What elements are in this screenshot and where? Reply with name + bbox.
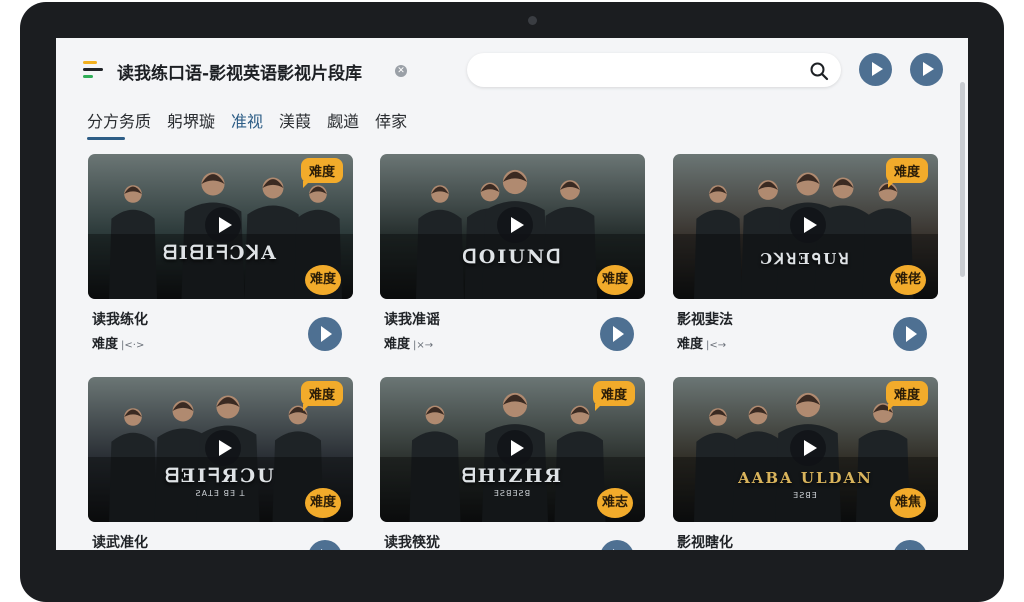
play-button-secondary[interactable] [910, 53, 943, 86]
video-thumbnail[interactable]: ƆꓘꓤƎᑫUꓤ 难度 难佬 [673, 154, 938, 299]
search-bar [467, 53, 841, 87]
difficulty-seal: 难志 [597, 488, 633, 518]
card-meta: 难度 |<→ [677, 333, 726, 352]
poster-title: ƆꓘꓤƎᑫUꓤ [760, 250, 851, 268]
video-card[interactable]: ꓷOIUNᗡ 难度 读我准谣 难度 |×→ [380, 154, 645, 352]
category-tabs: 分方务质 躬堺璇 准视 渼葭 觑遒 倖家 [87, 108, 407, 140]
difficulty-label: 难度 [677, 337, 704, 352]
video-thumbnail[interactable]: ᗺIᗺIᖷƆꓘA 难度 难度 [88, 154, 353, 299]
card-meta: 难度 |<·> [92, 333, 144, 352]
tab-1[interactable]: 躬堺璇 [167, 108, 215, 140]
card-play-button[interactable] [893, 317, 927, 351]
app-screen: 读我练口语-影视英语影视片段库 ✕ 分方务质 躬堺璇 准视 渼葭 觑遒 倖家 ᗺ… [56, 38, 968, 550]
scrollbar[interactable] [960, 82, 965, 277]
search-input[interactable] [483, 53, 803, 87]
difficulty-badge: 难度 [592, 381, 635, 411]
play-icon[interactable] [205, 207, 241, 243]
difficulty-badge: 难度 [885, 158, 928, 188]
poster-title: ᗺƎIᖷЯƆU [165, 465, 276, 487]
app-header: 读我练口语-影视英语影视片段库 ✕ [56, 38, 968, 102]
play-icon[interactable] [497, 430, 533, 466]
play-icon[interactable] [205, 430, 241, 466]
difficulty-seal: 难焦 [890, 488, 926, 518]
card-play-button[interactable] [600, 540, 634, 550]
card-play-button[interactable] [600, 317, 634, 351]
difficulty-arrows: |×→ [413, 340, 434, 351]
video-card[interactable]: ᗺƎIᖷЯƆU ƧAꓕƎ ꓭƎ ꓕ 难度 难度 读武准化 [88, 377, 353, 550]
poster-title: ᗺIᗺIᖷƆꓘA [163, 242, 278, 264]
difficulty-seal: 难度 [305, 265, 341, 295]
poster-title: ꓷOIUNᗡ [462, 246, 563, 268]
video-card[interactable]: AABA ULDAN ƎƧꓭƎ 难度 难焦 影视瞎化 [673, 377, 938, 550]
tab-3[interactable]: 渼葭 [279, 108, 311, 140]
card-title: 读武准化 [92, 535, 148, 550]
video-card[interactable]: ᗺHIZHЯ ƎƧꓭƎƧꓭ 难度 难志 读我筷犹 [380, 377, 645, 550]
card-play-button[interactable] [308, 540, 342, 550]
card-title: 读我筷犹 [384, 535, 440, 550]
app-title: 读我练口语-影视英语影视片段库 [117, 64, 363, 84]
difficulty-label: 难度 [92, 337, 119, 352]
difficulty-arrows: |<→ [706, 340, 727, 351]
card-title: 读我准谣 [384, 312, 440, 328]
card-play-button[interactable] [893, 540, 927, 550]
difficulty-seal: 难佬 [890, 265, 926, 295]
poster-title: ᗺHIZHЯ [461, 465, 564, 487]
video-card[interactable]: ƆꓘꓤƎᑫUꓤ 难度 难佬 影视婓法 难度 |<→ [673, 154, 938, 352]
card-title: 影视婓法 [677, 312, 733, 328]
search-icon[interactable] [809, 61, 829, 81]
card-meta: 难度 |×→ [384, 333, 433, 352]
difficulty-badge: 难度 [300, 381, 343, 411]
video-card[interactable]: ᗺIᗺIᖷƆꓘA 难度 难度 读我练化 难度 |<·> [88, 154, 353, 352]
close-icon[interactable]: ✕ [395, 65, 407, 77]
difficulty-label: 难度 [384, 337, 411, 352]
difficulty-badge: 难度 [885, 381, 928, 411]
video-thumbnail[interactable]: ᗺƎIᖷЯƆU ƧAꓕƎ ꓭƎ ꓕ 难度 难度 [88, 377, 353, 522]
play-button-primary[interactable] [859, 53, 892, 86]
difficulty-seal: 难度 [305, 488, 341, 518]
difficulty-seal: 难度 [597, 265, 633, 295]
difficulty-arrows: |<·> [121, 340, 145, 351]
video-thumbnail[interactable]: ᗺHIZHЯ ƎƧꓭƎƧꓭ 难度 难志 [380, 377, 645, 522]
card-title: 影视瞎化 [677, 535, 733, 550]
tab-0[interactable]: 分方务质 [87, 108, 151, 140]
tab-5[interactable]: 倖家 [375, 108, 407, 140]
camera-dot [528, 16, 537, 25]
play-icon[interactable] [790, 207, 826, 243]
card-play-button[interactable] [308, 317, 342, 351]
play-icon[interactable] [497, 207, 533, 243]
poster-title: AABA ULDAN [738, 469, 873, 487]
video-thumbnail[interactable]: ꓷOIUNᗡ 难度 [380, 154, 645, 299]
difficulty-badge: 难度 [300, 158, 343, 188]
menu-icon[interactable] [83, 61, 103, 79]
tab-2[interactable]: 准视 [231, 108, 263, 140]
video-thumbnail[interactable]: AABA ULDAN ƎƧꓭƎ 难度 难焦 [673, 377, 938, 522]
play-icon[interactable] [790, 430, 826, 466]
tab-4[interactable]: 觑遒 [327, 108, 359, 140]
card-title: 读我练化 [92, 312, 148, 328]
